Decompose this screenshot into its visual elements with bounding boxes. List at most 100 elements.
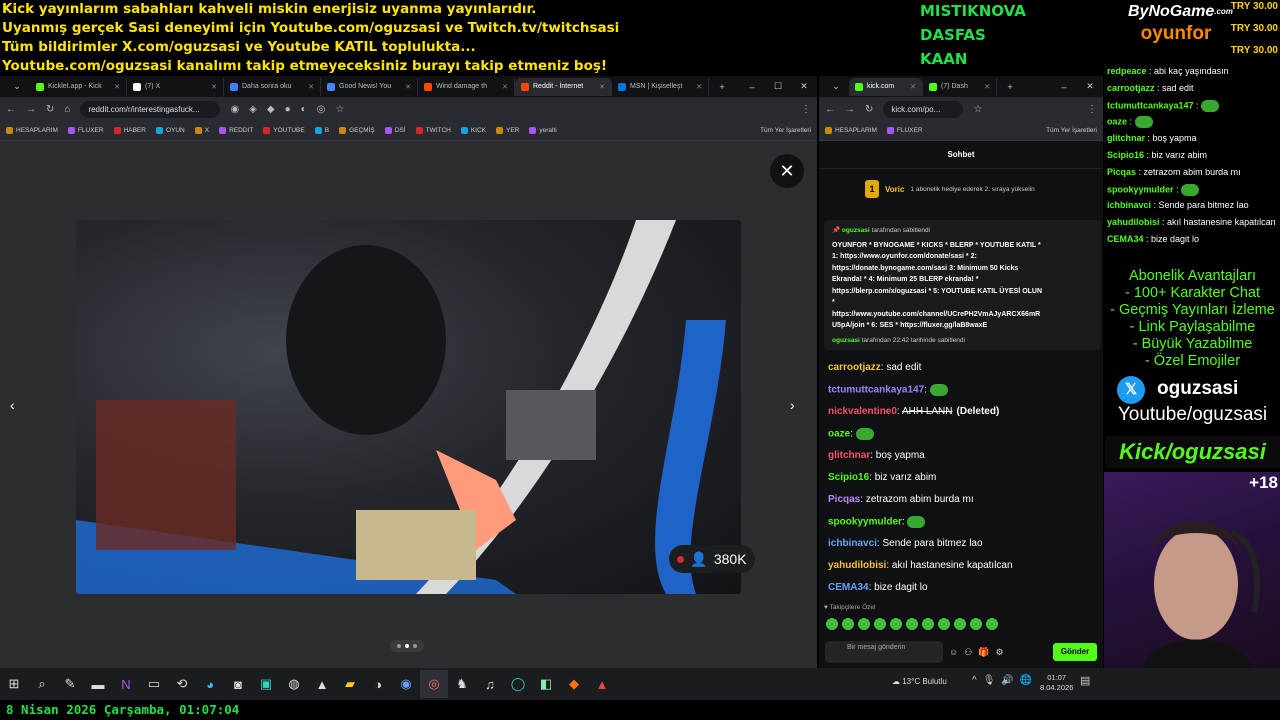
emoji-button[interactable] xyxy=(906,618,918,630)
minimize-button[interactable]: – xyxy=(739,82,765,92)
new-tab-button[interactable]: + xyxy=(709,82,735,92)
bookmark-star-icon[interactable]: ☆ xyxy=(335,104,344,115)
bookmark-item[interactable]: DSİ xyxy=(384,126,406,134)
emoji-button[interactable] xyxy=(954,618,966,630)
maximize-button[interactable]: ☐ xyxy=(765,81,791,92)
bookmark-item[interactable]: YER xyxy=(496,126,519,134)
browser-tab[interactable]: (7) Dash ✕ xyxy=(923,77,997,96)
browser-tab[interactable]: kick.com ✕ xyxy=(849,77,923,96)
chrome-icon[interactable]: ◎ xyxy=(420,670,448,698)
back-icon[interactable]: ← xyxy=(825,104,835,115)
weather-widget[interactable]: ☁ 13°C Bulutlu xyxy=(892,677,947,686)
forward-icon[interactable]: → xyxy=(845,104,855,115)
app-icon[interactable]: ◉ xyxy=(392,670,420,698)
app-icon[interactable]: ⟲ xyxy=(168,670,196,698)
chat-username[interactable]: nickvalentine0 xyxy=(828,406,897,417)
app-icon[interactable]: ◍ xyxy=(280,670,308,698)
extension-icon[interactable]: ◐ xyxy=(301,104,307,115)
chat-username[interactable]: oaze xyxy=(828,429,850,440)
bookmark-item[interactable]: HESAPLARIM xyxy=(6,126,58,134)
browser-tab[interactable]: Kicklet.app - Kick ✕ xyxy=(30,77,127,96)
bookmark-item[interactable]: HESAPLARIM xyxy=(825,126,877,134)
browser-tab[interactable]: (7) X ✕ xyxy=(127,77,224,96)
next-image-chevron-icon[interactable]: › xyxy=(790,397,806,413)
close-window-button[interactable]: ✕ xyxy=(1077,81,1103,92)
all-bookmarks-item[interactable]: Tüm Yer İşaretleri xyxy=(1046,127,1097,134)
browser-tab[interactable]: Good News! You ✕ xyxy=(321,77,418,96)
extension-icon[interactable]: ● xyxy=(285,104,291,115)
emoji-button[interactable] xyxy=(842,618,854,630)
tab-close-icon[interactable]: ✕ xyxy=(114,83,120,91)
pinned-footer-user[interactable]: oguzsasi xyxy=(832,337,860,344)
emoji-button[interactable] xyxy=(858,618,870,630)
file-explorer-icon[interactable]: ▬ xyxy=(84,670,112,698)
emoji-button[interactable] xyxy=(874,618,886,630)
extension-icon[interactable]: ◉ xyxy=(230,104,239,115)
bookmark-item[interactable]: GEÇMİŞ xyxy=(339,126,375,134)
emoji-button[interactable] xyxy=(922,618,934,630)
tab-close-icon[interactable]: ✕ xyxy=(405,83,411,91)
tab-list-chevron-icon[interactable]: ⌄ xyxy=(4,81,30,92)
tab-list-chevron-icon[interactable]: ⌄ xyxy=(823,81,849,92)
start-icon[interactable]: ⊞ xyxy=(0,670,28,698)
chat-username[interactable]: glitchnar xyxy=(828,450,870,461)
bookmark-item[interactable]: YOUTUBE xyxy=(263,126,305,134)
pinned-by-user[interactable]: oguzsasi xyxy=(842,227,870,234)
bookmark-item[interactable]: yeralti xyxy=(529,126,557,134)
bookmark-item[interactable]: HABER xyxy=(113,126,146,134)
app-icon[interactable]: ♫ xyxy=(476,670,504,698)
all-bookmarks-item[interactable]: Tüm Yer İşaretleri xyxy=(760,127,811,134)
emoji-button[interactable] xyxy=(826,618,838,630)
emoji-button[interactable] xyxy=(970,618,982,630)
gallery-pagination[interactable] xyxy=(390,640,424,652)
app-icon[interactable]: ◯ xyxy=(504,670,532,698)
search-icon[interactable]: ⌕ xyxy=(28,670,56,698)
browser-tab[interactable]: Daha sonra oku ✕ xyxy=(224,77,321,96)
reload-icon[interactable]: ↻ xyxy=(865,104,873,115)
app-icon[interactable]: ♞ xyxy=(448,670,476,698)
page-dot-active[interactable] xyxy=(405,644,409,648)
chat-username[interactable]: yahudilobisi xyxy=(828,560,886,571)
app-icon[interactable]: ▭ xyxy=(140,670,168,698)
tab-close-icon[interactable]: ✕ xyxy=(696,83,702,91)
chat-message-input[interactable]: Bir mesaj gönderin xyxy=(825,641,943,663)
emoji-button[interactable] xyxy=(986,618,998,630)
onenote-icon[interactable]: N xyxy=(112,670,140,698)
url-field[interactable]: reddit.com/r/interestingasfuck... xyxy=(80,100,221,118)
browser-tab[interactable]: Reddit - İnternet ✕ xyxy=(515,77,612,96)
bookmark-item[interactable]: FLUXER xyxy=(886,126,923,134)
emoji-picker-icon[interactable]: ☺ xyxy=(949,647,958,657)
tab-close-icon[interactable]: ✕ xyxy=(211,83,217,91)
chat-username[interactable]: CEMA34 xyxy=(828,582,869,593)
bookmark-item[interactable]: B xyxy=(314,126,329,134)
previous-image-chevron-icon[interactable]: ‹ xyxy=(10,397,26,413)
chat-username[interactable]: Picqas xyxy=(828,494,860,505)
edge-icon[interactable]: ◕ xyxy=(196,670,224,698)
extension-icon[interactable]: ◈ xyxy=(249,104,257,115)
reload-icon[interactable]: ↻ xyxy=(46,104,54,115)
bookmark-item[interactable]: FLUXER xyxy=(67,126,104,134)
chat-username[interactable]: spookyymulder xyxy=(828,517,902,528)
tab-close-icon[interactable]: ✕ xyxy=(308,83,314,91)
new-tab-button[interactable]: + xyxy=(997,82,1023,92)
notification-icon[interactable]: ▤ xyxy=(1080,674,1090,687)
minimize-button[interactable]: – xyxy=(1051,82,1077,92)
chat-username[interactable]: ichbinavci xyxy=(828,538,877,549)
url-field[interactable]: kick.com/po... xyxy=(883,100,964,118)
app-icon[interactable]: ▣ xyxy=(252,670,280,698)
bookmark-item[interactable]: KICK xyxy=(460,126,486,134)
kicks-icon[interactable]: ⚇ xyxy=(964,647,972,658)
emoji-button[interactable] xyxy=(938,618,950,630)
app-icon[interactable]: ◑ xyxy=(364,670,392,698)
app-icon[interactable]: ▲ xyxy=(308,670,336,698)
browser-tab[interactable]: Wind damage th ✕ xyxy=(418,77,515,96)
taskbar-clock[interactable]: 01:07 8.04.2026 xyxy=(1040,673,1073,693)
tab-close-icon[interactable]: ✕ xyxy=(502,83,508,91)
camera-icon[interactable]: ◙ xyxy=(224,670,252,698)
home-icon[interactable]: ⌂ xyxy=(64,104,70,115)
app-icon[interactable]: ▲ xyxy=(588,670,616,698)
extension-icon[interactable]: ◎ xyxy=(317,104,326,115)
settings-gear-icon[interactable]: ⚙ xyxy=(996,647,1004,658)
page-dot[interactable] xyxy=(397,644,401,648)
chat-username[interactable]: carrootjazz xyxy=(828,362,881,373)
